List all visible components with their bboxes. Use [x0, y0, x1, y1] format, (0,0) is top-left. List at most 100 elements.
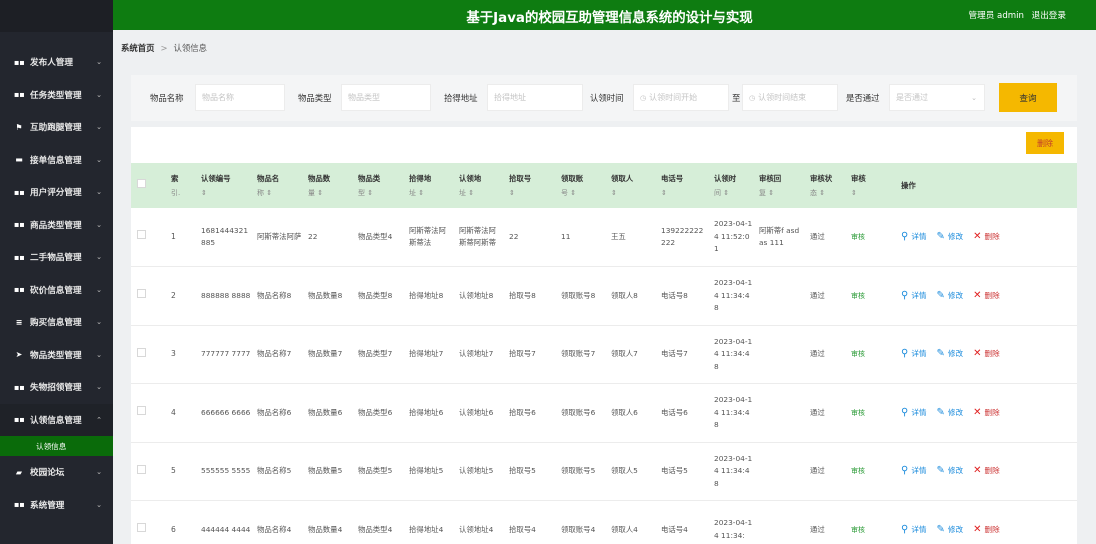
- edit-button[interactable]: ✎ 修改: [937, 231, 964, 244]
- sidebar-item-7[interactable]: ▪▪ 二手物品管理 ⌄: [0, 241, 113, 274]
- claim-time-end-input[interactable]: ◷ 认领时间结束: [742, 84, 838, 111]
- item-name-input[interactable]: 物品名称: [195, 84, 285, 111]
- audit-button[interactable]: 审核: [851, 233, 865, 241]
- cell-phone: 电话号5: [661, 466, 688, 475]
- detail-label: 详情: [911, 524, 927, 534]
- cell-time: 2023-04-14 11:34:48: [714, 453, 753, 488]
- column-header[interactable]: 物品名称 ⇕: [251, 163, 302, 208]
- column-header[interactable]: 拾得地址 ⇕: [403, 163, 453, 208]
- chat-icon: ▰: [15, 467, 23, 477]
- column-header[interactable]: 电话号 ⇕: [655, 163, 708, 208]
- row-checkbox[interactable]: [137, 523, 146, 532]
- delete-button[interactable]: ✕ 删除: [973, 407, 1000, 420]
- sidebar-item-8[interactable]: ▪▪ 砍价信息管理 ⌄: [0, 274, 113, 307]
- pencil-icon: ✎: [936, 289, 945, 301]
- column-header[interactable]: 审核 ⇕: [845, 163, 895, 208]
- sidebar-item-1[interactable]: ▪▪ 发布人管理 ⌄: [0, 46, 113, 79]
- logout-link[interactable]: 退出登录: [1032, 9, 1066, 21]
- item-type-input[interactable]: 物品类型: [341, 84, 431, 111]
- edit-button[interactable]: ✎ 修改: [937, 407, 964, 420]
- actions-cell: ⚲ 详情 ✎ 修改 ✕ 删除: [895, 384, 1077, 443]
- query-button[interactable]: 查询: [999, 83, 1057, 112]
- sidebar-item-13[interactable]: ▰ 校园论坛 ⌄: [0, 456, 113, 489]
- chevron-down-icon: ⌄: [96, 285, 102, 294]
- column-header[interactable]: 领取人 ⇕: [605, 163, 655, 208]
- cell-acct: 领取账号6: [561, 407, 596, 417]
- sidebar-item-6[interactable]: ▪▪ 商品类型管理 ⌄: [0, 209, 113, 242]
- column-header[interactable]: 审核回复 ⇕: [753, 163, 804, 208]
- column-header[interactable]: 认领地址 ⇕: [453, 163, 503, 208]
- audit-button[interactable]: 审核: [851, 467, 865, 475]
- row-index: 2: [171, 290, 176, 300]
- sidebar-subitem-claim-info[interactable]: 认领信息: [0, 436, 113, 456]
- column-header[interactable]: 认领时间 ⇕: [708, 163, 753, 208]
- detail-button[interactable]: ⚲ 详情: [901, 231, 927, 244]
- column-header[interactable]: 审核状态 ⇕: [804, 163, 845, 208]
- pencil-icon: ✎: [936, 523, 945, 535]
- column-header[interactable]: 领取账号 ⇕: [555, 163, 605, 208]
- cell-qty: 物品数量5: [308, 466, 343, 475]
- row-checkbox[interactable]: [137, 464, 146, 474]
- delete-button[interactable]: ✕ 删除: [973, 465, 1000, 478]
- detail-button[interactable]: ⚲ 详情: [901, 407, 927, 420]
- row-checkbox[interactable]: [137, 289, 146, 298]
- breadcrumb-home[interactable]: 系统首页: [121, 43, 155, 53]
- detail-button[interactable]: ⚲ 详情: [901, 290, 927, 303]
- row-checkbox[interactable]: [137, 406, 146, 415]
- top-header: 基于Java的校园互助管理信息系统的设计与实现 管理员 admin 退出登录: [113, 0, 1096, 30]
- column-header[interactable]: 拾取号 ⇕: [503, 163, 555, 208]
- delete-button[interactable]: ✕ 删除: [973, 348, 1000, 361]
- select-all-cell: [131, 163, 165, 208]
- item-type-label: 物品类型: [298, 93, 332, 103]
- audit-button[interactable]: 审核: [851, 409, 865, 417]
- column-header[interactable]: 认领编号 ⇕: [195, 163, 251, 208]
- audit-button[interactable]: 审核: [851, 350, 865, 358]
- edit-button[interactable]: ✎ 修改: [937, 524, 964, 537]
- delete-label: 删除: [984, 349, 1000, 358]
- row-checkbox[interactable]: [137, 230, 146, 240]
- sidebar-item-10[interactable]: ➤ 物品类型管理 ⌄: [0, 339, 113, 372]
- sidebar-item-3[interactable]: ⚑ 互助跑腿管理 ⌄: [0, 111, 113, 144]
- column-header[interactable]: 物品类型 ⇕: [352, 163, 403, 208]
- claim-time-start-input[interactable]: ◷ 认领时间开始: [633, 84, 729, 111]
- sidebar-item-4[interactable]: ▬ 接单信息管理 ⌄: [0, 144, 113, 177]
- sidebar-item-2[interactable]: ▪▪ 任务类型管理 ⌄: [0, 79, 113, 112]
- edit-button[interactable]: ✎ 修改: [937, 290, 964, 303]
- sidebar-item-12[interactable]: ▪▪ 认领信息管理 ⌃: [0, 403, 113, 436]
- edit-label: 修改: [947, 349, 964, 358]
- sidebar-item-11[interactable]: ▪▪ 失物招领管理 ⌄: [0, 371, 113, 404]
- edit-button[interactable]: ✎ 修改: [937, 348, 964, 361]
- row-checkbox[interactable]: [137, 347, 146, 357]
- delete-button[interactable]: ✕ 删除: [973, 231, 1000, 244]
- edit-button[interactable]: ✎ 修改: [937, 465, 964, 478]
- sidebar-item-5[interactable]: ▪▪ 用户评分管理 ⌄: [0, 176, 113, 209]
- detail-button[interactable]: ⚲ 详情: [901, 465, 927, 478]
- column-header[interactable]: 索引.: [165, 163, 195, 208]
- pass-select[interactable]: 是否通过 ⌄: [889, 84, 985, 111]
- cell-phone: 电话号6: [661, 407, 688, 417]
- delete-label: 删除: [984, 407, 1000, 417]
- found-place-input[interactable]: 拾得地址: [487, 84, 583, 111]
- sort-icon: ⇕: [509, 188, 515, 197]
- delete-button[interactable]: ✕ 删除: [973, 524, 1000, 537]
- actions-cell: ⚲ 详情 ✎ 修改 ✕ 删除: [895, 442, 1077, 501]
- pencil-icon: ✎: [936, 348, 945, 359]
- grid-icon: ▪▪: [14, 382, 25, 392]
- sidebar-item-14[interactable]: ▪▪ 系统管理 ⌄: [0, 489, 113, 522]
- audit-button[interactable]: 审核: [851, 292, 865, 300]
- detail-button[interactable]: ⚲ 详情: [901, 524, 927, 537]
- column-header[interactable]: 物品数量 ⇕: [302, 163, 352, 208]
- chevron-down-icon: ⌄: [96, 188, 102, 197]
- column-header-label: 拾取号: [509, 173, 532, 183]
- delete-button[interactable]: ✕ 删除: [973, 290, 1000, 303]
- select-all-checkbox[interactable]: [137, 178, 146, 188]
- row-index: 6: [171, 524, 176, 534]
- column-header-label: 索: [171, 173, 179, 183]
- column-header[interactable]: 操作: [895, 163, 1077, 208]
- cell-acct: 领取账号8: [561, 290, 596, 300]
- detail-button[interactable]: ⚲ 详情: [901, 348, 927, 361]
- sidebar-item-label: 用户评分管理: [30, 188, 82, 199]
- sidebar-item-9[interactable]: ≡ 购买信息管理 ⌄: [0, 306, 113, 339]
- batch-delete-button[interactable]: 删除: [1026, 132, 1064, 154]
- audit-button[interactable]: 审核: [851, 526, 865, 534]
